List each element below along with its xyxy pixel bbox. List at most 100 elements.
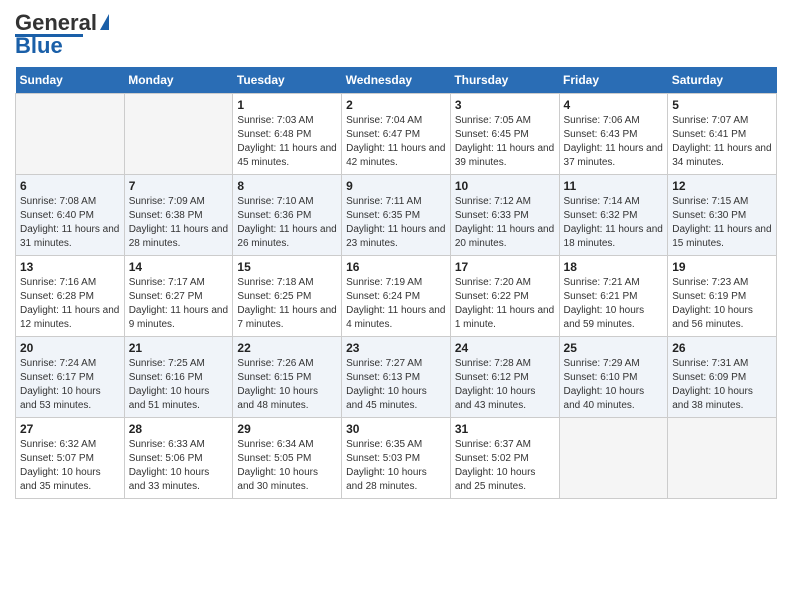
calendar-cell: 26 Sunrise: 7:31 AMSunset: 6:09 PMDayligh… — [668, 337, 777, 418]
day-number: 20 — [20, 341, 120, 355]
calendar-cell: 20 Sunrise: 7:24 AMSunset: 6:17 PMDayligh… — [16, 337, 125, 418]
calendar-cell: 14Sunrise: 7:17 AMSunset: 6:27 PMDayligh… — [124, 256, 233, 337]
day-detail: Sunrise: 6:37 AMSunset: 5:02 PMDaylight:… — [455, 438, 555, 494]
day-detail: Sunrise: 7:03 AMSunset: 6:48 PMDaylight:… — [237, 114, 337, 170]
weekday-header-sunday: Sunday — [16, 67, 125, 94]
day-detail: Sunrise: 7:16 AMSunset: 6:28 PMDaylight:… — [20, 276, 120, 332]
day-number: 13 — [20, 260, 120, 274]
calendar-cell: 28Sunrise: 6:33 AMSunset: 5:06 PMDayligh… — [124, 418, 233, 499]
day-detail: Sunrise: 7:05 AMSunset: 6:45 PMDaylight:… — [455, 114, 555, 170]
day-number: 2 — [346, 98, 446, 112]
day-detail: Sunrise: 7:07 AMSunset: 6:41 PMDaylight:… — [672, 114, 772, 170]
day-detail: Sunrise: 7:19 AMSunset: 6:24 PMDaylight:… — [346, 276, 446, 332]
calendar-cell: 7 Sunrise: 7:09 AMSunset: 6:38 PMDaylight… — [124, 175, 233, 256]
day-detail: Sunrise: 7:31 AMSunset: 6:09 PMDaylight:… — [672, 357, 772, 413]
day-detail: Sunrise: 7:11 AMSunset: 6:35 PMDaylight:… — [346, 195, 446, 251]
day-detail: Sunrise: 6:32 AMSunset: 5:07 PMDaylight:… — [20, 438, 120, 494]
page: General Blue SundayMondayTuesdayWednesda… — [0, 0, 792, 514]
logo-triangle-icon — [100, 14, 109, 30]
day-number: 28 — [129, 422, 229, 436]
calendar-cell: 12 Sunrise: 7:15 AMSunset: 6:30 PMDayligh… — [668, 175, 777, 256]
calendar-cell — [124, 94, 233, 175]
day-detail: Sunrise: 7:09 AMSunset: 6:38 PMDaylight:… — [129, 195, 229, 251]
day-number: 6 — [20, 179, 120, 193]
calendar-cell: 27 Sunrise: 6:32 AMSunset: 5:07 PMDayligh… — [16, 418, 125, 499]
calendar-cell: 13 Sunrise: 7:16 AMSunset: 6:28 PMDayligh… — [16, 256, 125, 337]
day-detail: Sunrise: 7:26 AMSunset: 6:15 PMDaylight:… — [237, 357, 337, 413]
calendar-cell: 1 Sunrise: 7:03 AMSunset: 6:48 PMDaylight… — [233, 94, 342, 175]
day-number: 15 — [237, 260, 337, 274]
header: General Blue — [15, 10, 777, 59]
calendar-week-row: 13 Sunrise: 7:16 AMSunset: 6:28 PMDayligh… — [16, 256, 777, 337]
calendar-cell: 17 Sunrise: 7:20 AMSunset: 6:22 PMDayligh… — [450, 256, 559, 337]
day-number: 11 — [564, 179, 664, 193]
calendar-cell — [559, 418, 668, 499]
calendar-cell: 30Sunrise: 6:35 AMSunset: 5:03 PMDayligh… — [342, 418, 451, 499]
calendar-cell: 29 Sunrise: 6:34 AMSunset: 5:05 PMDayligh… — [233, 418, 342, 499]
calendar-table: SundayMondayTuesdayWednesdayThursdayFrid… — [15, 67, 777, 499]
weekday-header-thursday: Thursday — [450, 67, 559, 94]
calendar-week-row: 6 Sunrise: 7:08 AMSunset: 6:40 PMDaylight… — [16, 175, 777, 256]
day-number: 27 — [20, 422, 120, 436]
day-number: 10 — [455, 179, 555, 193]
weekday-header-friday: Friday — [559, 67, 668, 94]
calendar-cell — [16, 94, 125, 175]
calendar-cell: 3 Sunrise: 7:05 AMSunset: 6:45 PMDaylight… — [450, 94, 559, 175]
day-detail: Sunrise: 6:35 AMSunset: 5:03 PMDaylight:… — [346, 438, 446, 494]
day-detail: Sunrise: 7:24 AMSunset: 6:17 PMDaylight:… — [20, 357, 120, 413]
day-detail: Sunrise: 7:12 AMSunset: 6:33 PMDaylight:… — [455, 195, 555, 251]
logo-blue: Blue — [15, 33, 63, 59]
weekday-header-saturday: Saturday — [668, 67, 777, 94]
day-detail: Sunrise: 7:14 AMSunset: 6:32 PMDaylight:… — [564, 195, 664, 251]
calendar-cell: 31 Sunrise: 6:37 AMSunset: 5:02 PMDayligh… — [450, 418, 559, 499]
day-number: 8 — [237, 179, 337, 193]
day-number: 19 — [672, 260, 772, 274]
calendar-cell: 23 Sunrise: 7:27 AMSunset: 6:13 PMDayligh… — [342, 337, 451, 418]
day-number: 24 — [455, 341, 555, 355]
day-detail: Sunrise: 7:10 AMSunset: 6:36 PMDaylight:… — [237, 195, 337, 251]
calendar-week-row: 20 Sunrise: 7:24 AMSunset: 6:17 PMDayligh… — [16, 337, 777, 418]
calendar-cell: 21 Sunrise: 7:25 AMSunset: 6:16 PMDayligh… — [124, 337, 233, 418]
weekday-header-monday: Monday — [124, 67, 233, 94]
day-detail: Sunrise: 6:34 AMSunset: 5:05 PMDaylight:… — [237, 438, 337, 494]
day-number: 3 — [455, 98, 555, 112]
day-number: 31 — [455, 422, 555, 436]
calendar-cell: 8 Sunrise: 7:10 AMSunset: 6:36 PMDaylight… — [233, 175, 342, 256]
weekday-header-wednesday: Wednesday — [342, 67, 451, 94]
calendar-cell: 16Sunrise: 7:19 AMSunset: 6:24 PMDayligh… — [342, 256, 451, 337]
calendar-cell: 15Sunrise: 7:18 AMSunset: 6:25 PMDayligh… — [233, 256, 342, 337]
day-number: 29 — [237, 422, 337, 436]
day-number: 26 — [672, 341, 772, 355]
day-number: 5 — [672, 98, 772, 112]
day-number: 4 — [564, 98, 664, 112]
calendar-cell: 18Sunrise: 7:21 AMSunset: 6:21 PMDayligh… — [559, 256, 668, 337]
calendar-cell: 4 Sunrise: 7:06 AMSunset: 6:43 PMDaylight… — [559, 94, 668, 175]
day-detail: Sunrise: 7:20 AMSunset: 6:22 PMDaylight:… — [455, 276, 555, 332]
day-detail: Sunrise: 7:25 AMSunset: 6:16 PMDaylight:… — [129, 357, 229, 413]
calendar-cell: 5 Sunrise: 7:07 AMSunset: 6:41 PMDaylight… — [668, 94, 777, 175]
calendar-cell: 11 Sunrise: 7:14 AMSunset: 6:32 PMDayligh… — [559, 175, 668, 256]
day-number: 1 — [237, 98, 337, 112]
calendar-cell: 25Sunrise: 7:29 AMSunset: 6:10 PMDayligh… — [559, 337, 668, 418]
day-detail: Sunrise: 7:06 AMSunset: 6:43 PMDaylight:… — [564, 114, 664, 170]
day-number: 12 — [672, 179, 772, 193]
day-detail: Sunrise: 7:21 AMSunset: 6:21 PMDaylight:… — [564, 276, 664, 332]
weekday-header-tuesday: Tuesday — [233, 67, 342, 94]
calendar-cell: 22Sunrise: 7:26 AMSunset: 6:15 PMDayligh… — [233, 337, 342, 418]
weekday-header-row: SundayMondayTuesdayWednesdayThursdayFrid… — [16, 67, 777, 94]
calendar-cell: 10 Sunrise: 7:12 AMSunset: 6:33 PMDayligh… — [450, 175, 559, 256]
day-detail: Sunrise: 7:27 AMSunset: 6:13 PMDaylight:… — [346, 357, 446, 413]
logo: General Blue — [15, 10, 109, 59]
day-number: 14 — [129, 260, 229, 274]
calendar-cell: 9Sunrise: 7:11 AMSunset: 6:35 PMDaylight… — [342, 175, 451, 256]
calendar-cell: 19 Sunrise: 7:23 AMSunset: 6:19 PMDayligh… — [668, 256, 777, 337]
day-number: 7 — [129, 179, 229, 193]
day-detail: Sunrise: 7:23 AMSunset: 6:19 PMDaylight:… — [672, 276, 772, 332]
day-detail: Sunrise: 7:08 AMSunset: 6:40 PMDaylight:… — [20, 195, 120, 251]
day-detail: Sunrise: 7:04 AMSunset: 6:47 PMDaylight:… — [346, 114, 446, 170]
day-number: 17 — [455, 260, 555, 274]
day-number: 21 — [129, 341, 229, 355]
day-detail: Sunrise: 7:15 AMSunset: 6:30 PMDaylight:… — [672, 195, 772, 251]
calendar-cell — [668, 418, 777, 499]
day-number: 23 — [346, 341, 446, 355]
